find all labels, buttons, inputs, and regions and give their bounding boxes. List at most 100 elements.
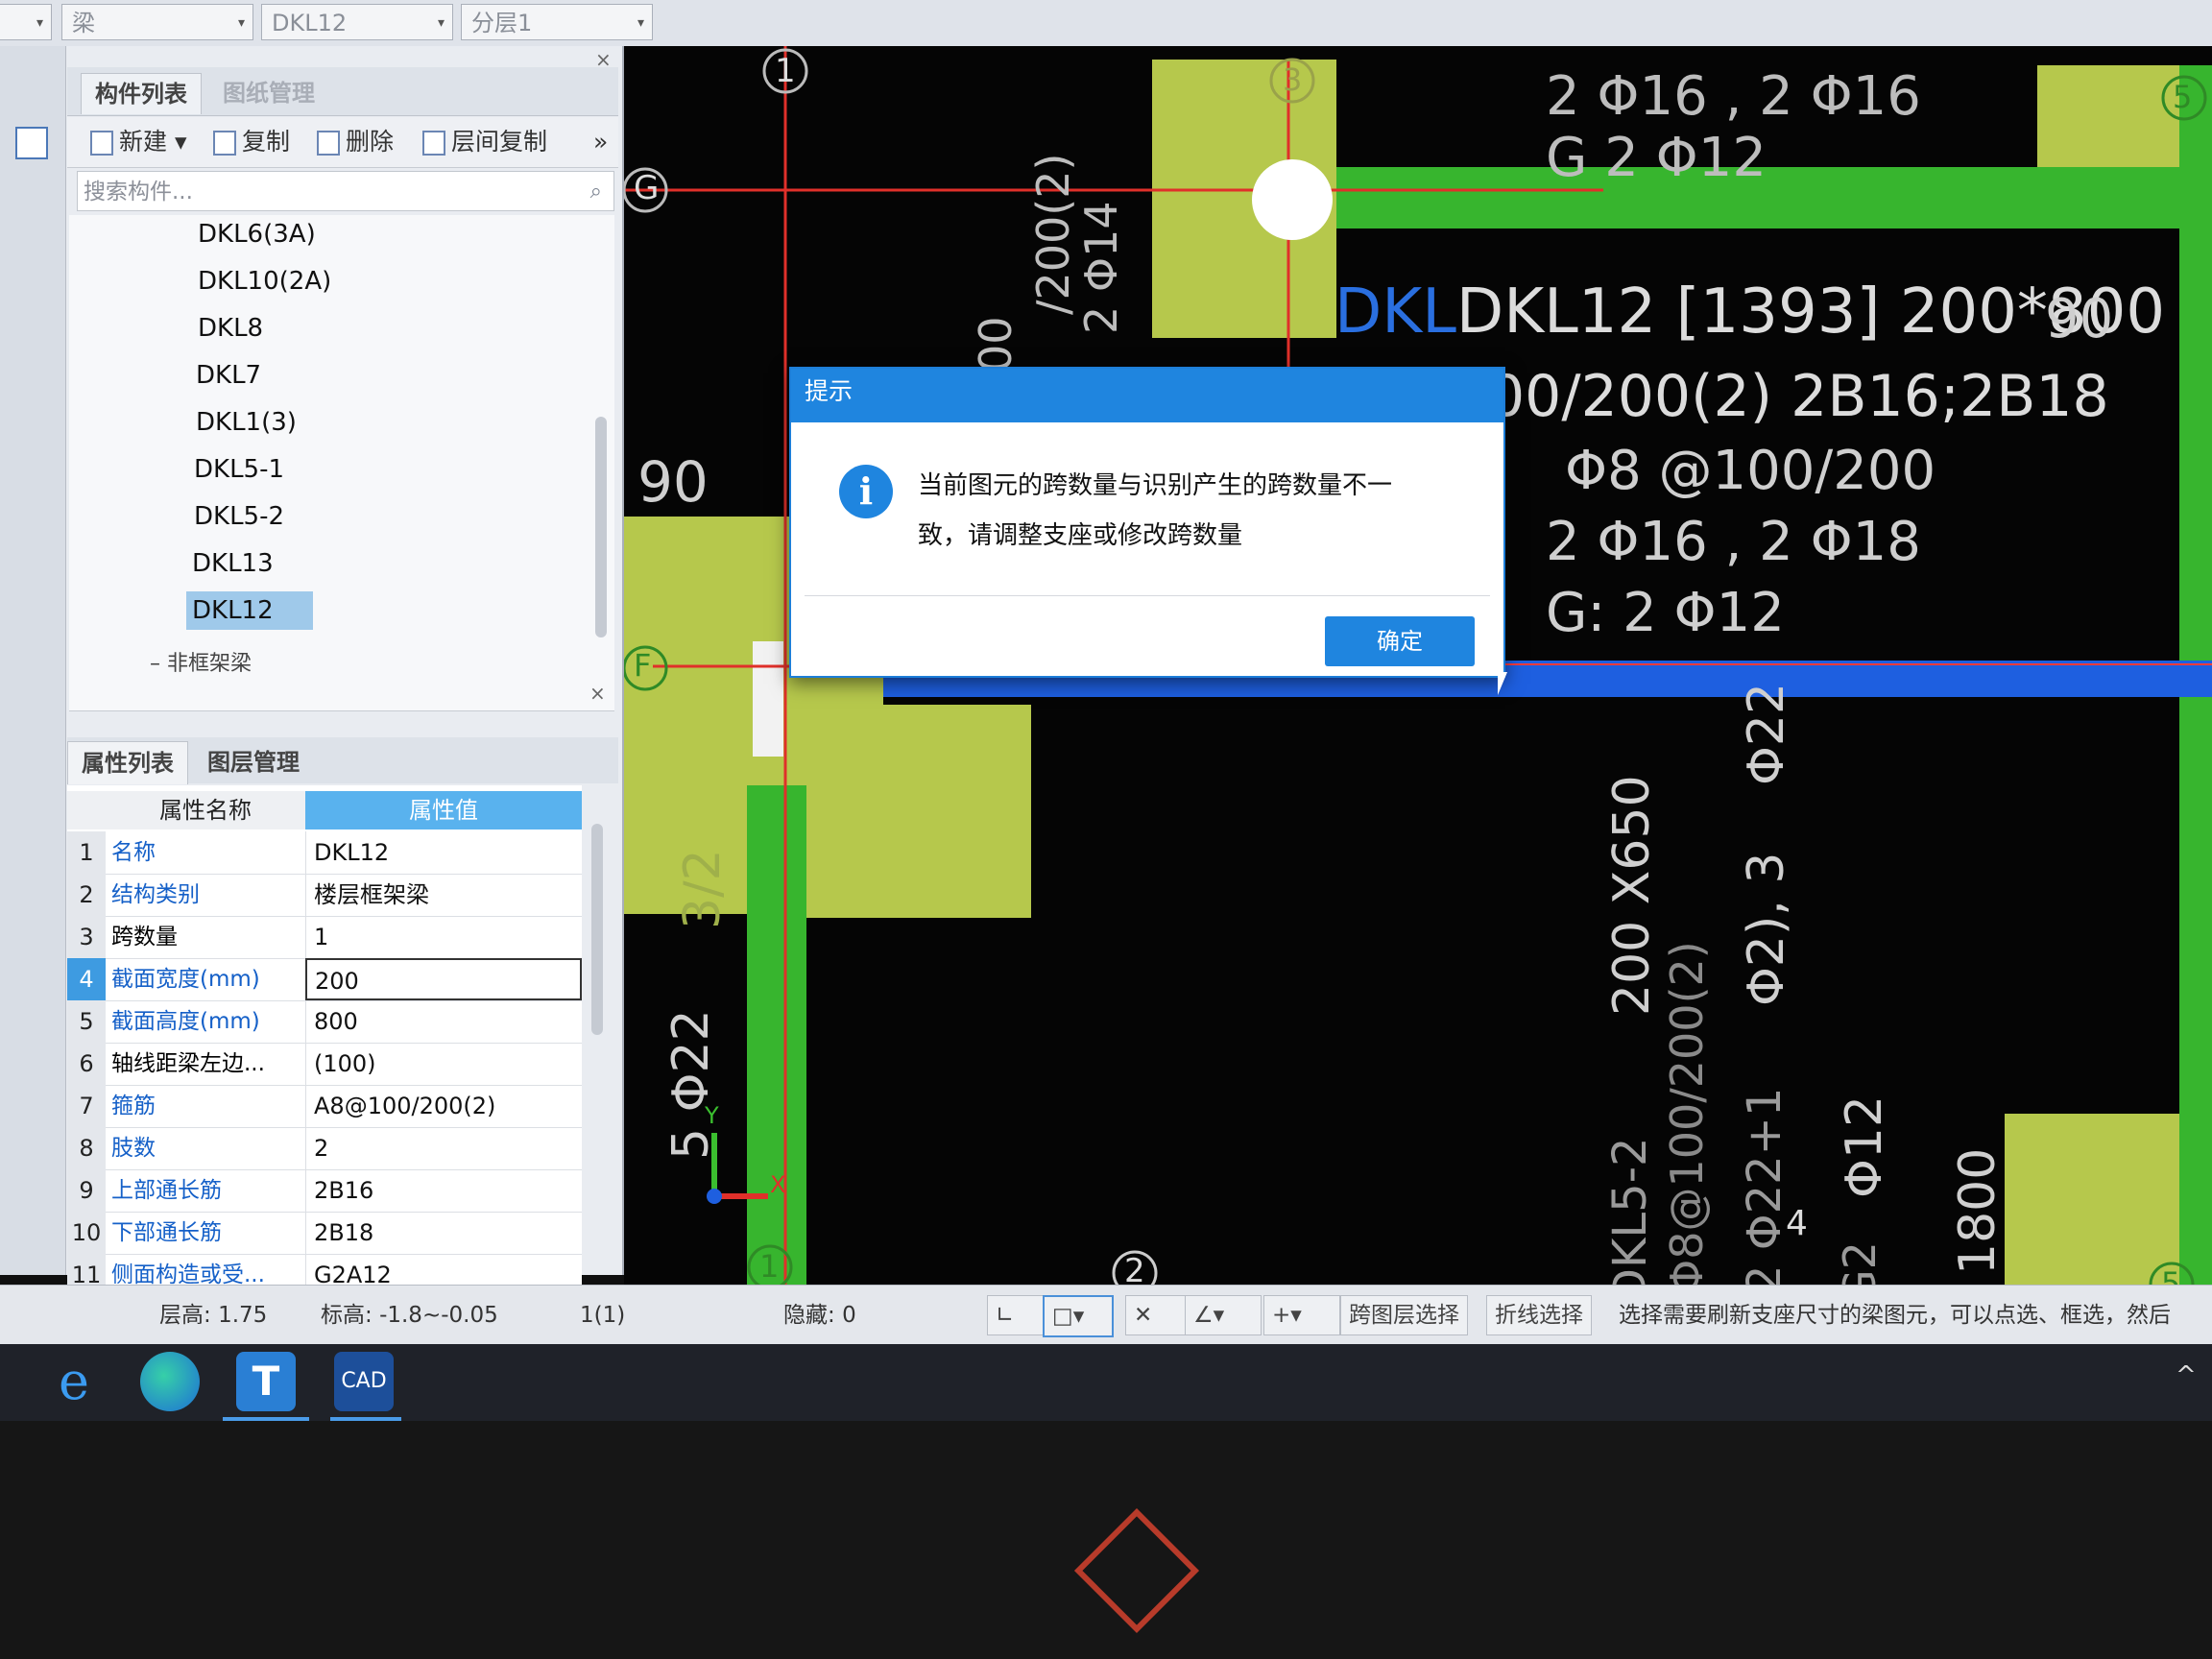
list-item[interactable]: DKL10(2A) xyxy=(192,262,337,301)
copy-icon xyxy=(213,131,236,156)
property-value[interactable]: 1 xyxy=(305,916,582,958)
tab-layer-management[interactable]: 图层管理 xyxy=(194,741,313,783)
new-button[interactable]: 新建 ▾ xyxy=(90,125,187,159)
edge-icon[interactable] xyxy=(140,1352,200,1411)
top-rebar-text-2: G 2 Φ12 xyxy=(1546,127,1767,189)
row-number: 2 xyxy=(67,874,106,916)
property-row[interactable]: 9 上部通长筋 2B16 xyxy=(67,1169,582,1213)
taskbar: e T CAD ^ xyxy=(0,1344,2212,1421)
more-button[interactable]: » xyxy=(593,125,608,159)
property-row[interactable]: 7 箍筋 A8@100/200(2) xyxy=(67,1085,582,1128)
rebar-text-1: Φ8 @100/200 xyxy=(1565,440,1936,502)
floor-copy-icon xyxy=(422,131,445,156)
component-view-icon[interactable] xyxy=(15,127,48,159)
property-row[interactable]: 5 截面高度(mm) 800 xyxy=(67,1000,582,1044)
component-tabs: 构件列表 图纸管理 xyxy=(67,67,618,116)
new-label: 新建 xyxy=(119,128,168,156)
dimension-90-left: 90 xyxy=(637,449,709,515)
close-icon[interactable]: × xyxy=(589,682,606,705)
vertical-text-h: Φ2), 3 xyxy=(1738,852,1795,1006)
property-table-header: 属性名称 属性值 xyxy=(67,791,582,830)
vertical-text-e: 5 Φ22 xyxy=(662,1009,720,1160)
cad-app-icon[interactable]: CAD xyxy=(334,1352,394,1411)
search-icon: ⌕ xyxy=(589,180,602,204)
list-item[interactable]: DKL5-1 xyxy=(188,450,290,489)
list-item[interactable]: DKL7 xyxy=(190,356,267,395)
row-number: 5 xyxy=(67,1000,106,1043)
property-value[interactable]: 楼层框架梁 xyxy=(305,874,582,916)
dialog-message-line2: 致，请调整支座或修改跨数量 xyxy=(918,521,1243,550)
floor-copy-label: 层间复制 xyxy=(451,128,548,156)
logo-icon xyxy=(1073,1507,1200,1634)
list-item[interactable]: DKL1(3) xyxy=(190,403,302,442)
tab-property-list[interactable]: 属性列表 xyxy=(67,741,188,784)
copy-button[interactable]: 复制 xyxy=(213,125,290,159)
property-value[interactable]: A8@100/200(2) xyxy=(305,1085,582,1127)
property-value[interactable]: 800 xyxy=(305,1000,582,1043)
hidden-label: 隐藏: xyxy=(783,1303,835,1328)
property-row[interactable]: 1 名称 DKL12 xyxy=(67,831,582,875)
axis-label-1: 1 xyxy=(775,52,796,90)
polyline-select-button[interactable]: 折线选择 xyxy=(1486,1295,1592,1335)
ortho-button[interactable]: ∟ xyxy=(987,1295,1050,1335)
dimension-90: 90 xyxy=(2045,288,2114,350)
property-value[interactable]: 2 xyxy=(305,1127,582,1169)
property-row[interactable]: 4 截面宽度(mm) 200 xyxy=(67,958,582,1001)
mode-combo-arrow[interactable]: ▾ xyxy=(0,4,52,40)
property-value[interactable]: (100) xyxy=(305,1043,582,1085)
column-block xyxy=(806,705,1031,918)
vertical-text-c: 00 xyxy=(970,316,1022,373)
property-row[interactable]: 2 结构类别 楼层框架梁 xyxy=(67,874,582,917)
list-scrollbar[interactable] xyxy=(595,417,607,637)
beam-top xyxy=(1336,167,2212,228)
search-input[interactable]: 搜索构件... ⌕ xyxy=(77,171,614,211)
angle-button[interactable]: ∠▾ xyxy=(1185,1295,1262,1335)
list-item[interactable]: DKL6(3A) xyxy=(192,215,322,253)
partial-item-label: 非框架梁 xyxy=(167,652,252,676)
property-value[interactable]: 2B16 xyxy=(305,1169,582,1212)
layer-combo[interactable]: 分层1 ▾ xyxy=(461,4,653,40)
property-value-input[interactable]: 200 xyxy=(305,958,582,1000)
property-row[interactable]: 10 下部通长筋 2B18 xyxy=(67,1212,582,1255)
tab-drawing-management[interactable]: 图纸管理 xyxy=(209,73,328,113)
chevron-down-icon: ▾ xyxy=(637,15,644,31)
beam-label: DKLDKL12 [1393] 200*800 xyxy=(1334,276,2166,348)
mouse-cursor xyxy=(1498,672,1507,695)
element-combo[interactable]: DKL12 ▾ xyxy=(261,4,453,40)
property-table: 属性名称 属性值 1 名称 DKL12 2 结构类别 楼层框架梁 3 跨数量 1 4 截面宽度(mm… xyxy=(67,785,603,1339)
offset-button[interactable]: +▾ xyxy=(1263,1295,1340,1335)
vertical-text-f: 200 X650 xyxy=(1603,775,1661,1016)
category-combo[interactable]: 梁 ▾ xyxy=(61,4,253,40)
snap-button[interactable]: □▾ xyxy=(1043,1295,1114,1337)
axis-label-g: G xyxy=(634,169,660,207)
property-value[interactable]: 2B18 xyxy=(305,1212,582,1254)
property-row[interactable]: 8 肢数 2 xyxy=(67,1127,582,1170)
delete-button[interactable]: 删除 xyxy=(317,125,394,159)
list-item-partial[interactable]: – 非框架梁 xyxy=(144,645,257,684)
chevron-up-icon[interactable]: ^ xyxy=(2176,1361,2197,1390)
ie-icon[interactable]: e xyxy=(44,1352,104,1411)
beam-vertical xyxy=(747,785,806,1285)
top-combo-bar: ▾ 梁 ▾ DKL12 ▾ 分层1 ▾ xyxy=(0,0,2212,47)
property-value[interactable]: DKL12 xyxy=(305,831,582,874)
chevron-down-icon: ▾ xyxy=(437,15,445,31)
ok-button[interactable]: 确定 xyxy=(1325,616,1475,666)
cross-icon[interactable]: ✕ xyxy=(1125,1295,1190,1335)
app-t-icon[interactable]: T xyxy=(236,1352,296,1411)
property-row[interactable]: 6 轴线距梁左边... (100) xyxy=(67,1043,582,1086)
list-item-selected[interactable]: DKL12 xyxy=(186,591,313,630)
vertical-text-l: Φ12 xyxy=(1836,1094,1893,1198)
property-row[interactable]: 3 跨数量 1 xyxy=(67,916,582,959)
chevron-down-icon: ▾ xyxy=(237,15,245,31)
property-scrollbar[interactable] xyxy=(591,824,603,1035)
floor-height-label: 层高: xyxy=(159,1303,211,1328)
list-item[interactable]: DKL8 xyxy=(192,309,269,348)
list-item[interactable]: DKL13 xyxy=(186,544,279,583)
floor-copy-button[interactable]: 层间复制 xyxy=(422,125,547,159)
cross-layer-select-button[interactable]: 跨图层选择 xyxy=(1340,1295,1468,1335)
row-number: 3 xyxy=(67,916,106,958)
axis-label-2: 2 xyxy=(1124,1252,1145,1285)
list-item[interactable]: DKL5-2 xyxy=(188,497,290,536)
tab-component-list[interactable]: 构件列表 xyxy=(81,73,202,114)
left-icon-strip xyxy=(0,46,66,1275)
